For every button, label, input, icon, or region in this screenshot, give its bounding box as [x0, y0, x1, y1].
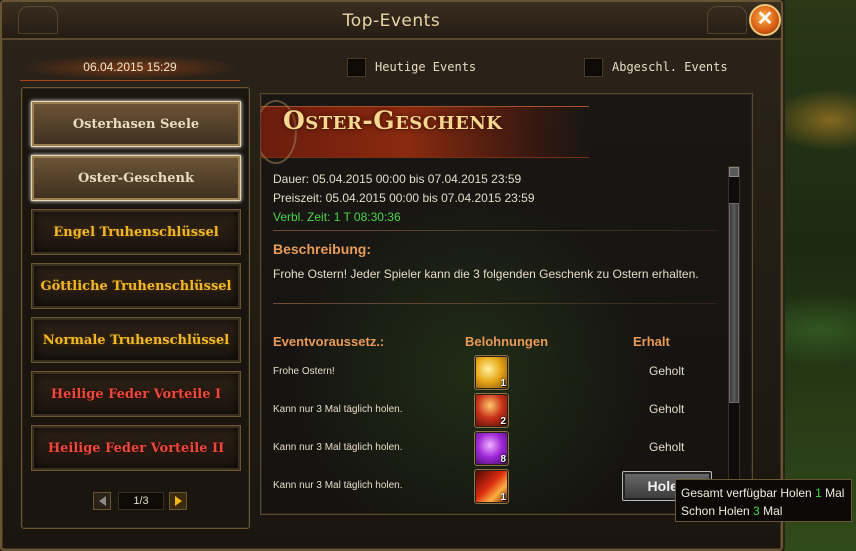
datetime-display: 06.04.2015 15:29 [20, 55, 240, 81]
pager: 1/3 [93, 492, 188, 510]
item-count: 1 [500, 492, 506, 503]
column-requirement: Eventvoraussetz.: [273, 334, 385, 349]
checkbox-label: Abgeschl. Events [612, 60, 728, 74]
row-requirement: Kann nur 3 Mal täglich holen. [273, 480, 403, 491]
golden-key-icon[interactable]: 1 [474, 355, 509, 390]
prev-page-button[interactable] [93, 492, 111, 510]
reward-row: Frohe Ostern! 1 Geholt [261, 354, 731, 390]
item-count: 2 [500, 416, 506, 427]
reward-row: Kann nur 3 Mal täglich holen. 1 Holen [261, 468, 731, 504]
event-item-label: Engel Truhenschlüssel [53, 224, 219, 240]
divider [273, 303, 718, 304]
row-status: Geholt [649, 364, 685, 378]
finished-events-checkbox[interactable]: Abgeschl. Events [584, 57, 728, 77]
event-list-panel: Osterhasen Seele Oster-Geschenk Engel Tr… [21, 87, 250, 529]
row-requirement: Frohe Ostern! [273, 366, 335, 377]
description-heading: Beschreibung: [273, 241, 372, 257]
event-item-normale-truhenschluessel[interactable]: Normale Truhenschlüssel [31, 317, 241, 363]
event-item-label: Osterhasen Seele [72, 116, 200, 132]
today-events-checkbox[interactable]: Heutige Events [347, 57, 476, 77]
event-item-engel-truhenschluessel[interactable]: Engel Truhenschlüssel [31, 209, 241, 255]
row-status: Geholt [649, 402, 685, 416]
tooltip-line-total: Gesamt verfügbar Holen 1 Mal [681, 486, 845, 500]
column-received: Erhalt [633, 334, 670, 349]
event-item-oster-geschenk[interactable]: Oster-Geschenk [31, 155, 241, 201]
event-item-label: Normale Truhenschlüssel [42, 332, 230, 348]
event-prize-time: Preiszeit: 05.04.2015 00:00 bis 07.04.20… [273, 191, 535, 205]
event-title: Oster-Geschenk [283, 106, 503, 135]
current-datetime: 06.04.2015 15:29 [83, 60, 177, 74]
event-item-label: Göttliche Truhenschlüssel [40, 278, 232, 294]
event-item-goettliche-truhenschluessel[interactable]: Göttliche Truhenschlüssel [31, 263, 241, 309]
event-item-label: Heilige Feder Vorteile I [50, 386, 222, 402]
row-status: Geholt [649, 440, 685, 454]
row-requirement: Kann nur 3 Mal täglich holen. [273, 442, 403, 453]
reward-row: Kann nur 3 Mal täglich holen. 8 Geholt [261, 430, 731, 466]
reward-tooltip: Gesamt verfügbar Holen 1 Mal Schon Holen… [675, 479, 852, 522]
close-icon[interactable]: ✕ [749, 4, 781, 36]
event-description: Frohe Ostern! Jeder Spieler kann die 3 f… [273, 267, 699, 281]
event-item-label: Oster-Geschenk [78, 170, 194, 186]
column-rewards: Belohnungen [465, 334, 549, 349]
purple-gem-icon[interactable]: 8 [474, 431, 509, 466]
top-events-window: Top-Events ✕ 06.04.2015 15:29 Heutige Ev… [0, 0, 783, 551]
row-requirement: Kann nur 3 Mal täglich holen. [273, 404, 403, 415]
window-title: Top-Events [342, 11, 441, 31]
chevron-left-icon [98, 496, 106, 506]
scrollbar[interactable] [728, 166, 740, 514]
event-detail-panel: Oster-Geschenk Dauer: 05.04.2015 00:00 b… [260, 93, 753, 515]
event-remaining-time: Verbl. Zeit: 1 T 08:30:36 [273, 210, 401, 224]
next-page-button[interactable] [169, 492, 187, 510]
scroll-up-button[interactable] [729, 167, 739, 177]
item-count: 8 [500, 454, 506, 465]
checkbox-box[interactable] [584, 57, 603, 77]
title-bar[interactable]: Top-Events [2, 2, 781, 40]
item-count: 1 [500, 378, 506, 389]
reward-row: Kann nur 3 Mal täglich holen. 2 Geholt [261, 392, 731, 428]
filter-bar: 06.04.2015 15:29 Heutige Events Abgeschl… [10, 46, 778, 90]
red-feather-icon[interactable]: 1 [474, 469, 509, 504]
page-indicator: 1/3 [118, 492, 164, 510]
scroll-thumb[interactable] [729, 203, 739, 403]
chevron-right-icon [174, 496, 182, 506]
event-item-label: Heilige Feder Vorteile II [47, 440, 225, 456]
checkbox-label: Heutige Events [375, 60, 477, 74]
checkbox-box[interactable] [347, 57, 366, 77]
event-item-osterhasen-seele[interactable]: Osterhasen Seele [31, 101, 241, 147]
event-item-heilige-feder-2[interactable]: Heilige Feder Vorteile II [31, 425, 241, 471]
red-scepter-icon[interactable]: 2 [474, 393, 509, 428]
event-duration: Dauer: 05.04.2015 00:00 bis 07.04.2015 2… [273, 172, 522, 186]
event-item-heilige-feder-1[interactable]: Heilige Feder Vorteile I [31, 371, 241, 417]
divider [273, 230, 718, 231]
tooltip-line-claimed: Schon Holen 3 Mal [681, 504, 783, 518]
